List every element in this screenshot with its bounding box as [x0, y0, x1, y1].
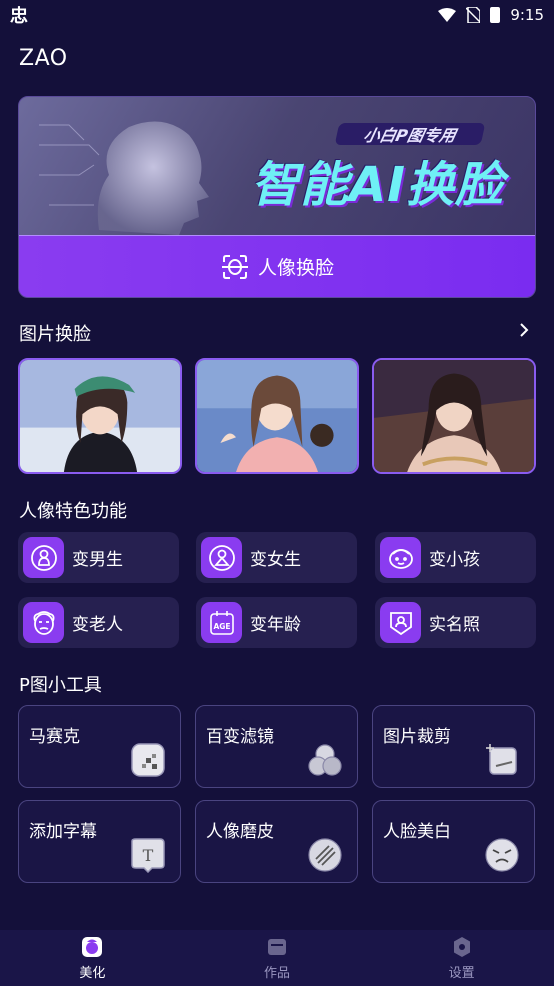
tool-label: 百变滤镜 — [206, 727, 274, 747]
hero-title: 智能AI换脸 — [251, 157, 505, 213]
feature-label: 变男生 — [72, 550, 123, 570]
photo-card-3[interactable] — [372, 358, 536, 474]
portrait-photo-3 — [374, 360, 534, 472]
svg-text:AGE: AGE — [213, 622, 230, 631]
svg-text:T: T — [143, 846, 154, 865]
smooth-skin-icon — [308, 838, 342, 872]
age-calendar-icon: AGE — [209, 610, 234, 635]
mosaic-icon — [131, 743, 165, 777]
feature-child[interactable]: 变小孩 — [375, 532, 536, 583]
status-bar: 忠 9:15 — [0, 0, 554, 30]
female-person-icon — [208, 544, 235, 571]
feature-label: 变小孩 — [429, 550, 480, 570]
feature-label: 实名照 — [429, 615, 480, 635]
tool-crop[interactable]: 图片裁剪 — [372, 705, 535, 788]
battery-icon — [490, 7, 501, 23]
wifi-icon — [438, 8, 457, 22]
app-title: ZAO — [19, 46, 68, 71]
subtitle-icon: T — [131, 838, 165, 873]
nav-beautify[interactable]: 美化 — [0, 930, 185, 986]
bottom-nav: 美化 作品 设置 — [0, 930, 554, 986]
nav-works[interactable]: 作品 — [185, 930, 370, 986]
tool-label: 人脸美白 — [383, 822, 451, 842]
tool-label: 马赛克 — [29, 727, 80, 747]
clock: 9:15 — [510, 6, 544, 24]
feature-female[interactable]: 变女生 — [196, 532, 357, 583]
settings-icon — [453, 936, 470, 957]
nav-label: 设置 — [448, 965, 475, 981]
tool-subtitle[interactable]: 添加字幕 T — [18, 800, 181, 883]
face-scan-icon — [221, 254, 248, 279]
tool-whiten-face[interactable]: 人脸美白 — [372, 800, 535, 883]
no-sim-icon — [466, 7, 481, 23]
works-icon — [268, 938, 286, 955]
crop-icon — [486, 744, 517, 775]
feature-elder[interactable]: 变老人 — [18, 597, 179, 648]
photo-card-2[interactable] — [195, 358, 359, 474]
id-photo-icon — [389, 611, 412, 635]
nav-label: 美化 — [79, 965, 106, 981]
feature-label: 变女生 — [250, 550, 301, 570]
feature-male[interactable]: 变男生 — [18, 532, 179, 583]
portrait-section-title: 人像特色功能 — [19, 501, 127, 522]
portrait-photo-1 — [20, 360, 180, 472]
feature-label: 变老人 — [72, 615, 123, 635]
male-person-icon — [30, 544, 57, 571]
tool-label: 图片裁剪 — [383, 727, 451, 747]
elder-face-icon — [33, 610, 54, 635]
tool-filter[interactable]: 百变滤镜 — [195, 705, 358, 788]
nav-settings[interactable]: 设置 — [369, 930, 554, 986]
portrait-photo-2 — [197, 360, 357, 472]
feature-label: 变年龄 — [250, 615, 301, 635]
chevron-right-icon[interactable] — [518, 322, 530, 338]
hero-tag: 小白P图专用 — [334, 123, 486, 145]
photo-section-title: 图片换脸 — [19, 324, 91, 345]
tool-label: 添加字幕 — [29, 822, 97, 842]
nav-label: 作品 — [264, 965, 291, 981]
face-swap-label: 人像换脸 — [257, 257, 334, 279]
ai-head-illustration — [39, 121, 209, 235]
feature-id-photo[interactable]: 实名照 — [375, 597, 536, 648]
tools-section-title: P图小工具 — [19, 675, 102, 696]
whiten-face-icon — [485, 838, 519, 872]
tool-smooth-skin[interactable]: 人像磨皮 — [195, 800, 358, 883]
face-swap-button[interactable]: 人像换脸 — [19, 235, 535, 297]
beautify-icon — [82, 936, 103, 957]
child-face-icon — [388, 548, 413, 569]
tool-mosaic[interactable]: 马赛克 — [18, 705, 181, 788]
tool-label: 人像磨皮 — [206, 822, 274, 842]
notification-icon: 忠 — [10, 6, 28, 27]
filter-icon — [308, 744, 342, 776]
feature-age[interactable]: AGE 变年龄 — [196, 597, 357, 648]
hero-banner[interactable]: 小白P图专用 智能AI换脸 人像换脸 — [18, 96, 536, 298]
photo-card-1[interactable] — [18, 358, 182, 474]
